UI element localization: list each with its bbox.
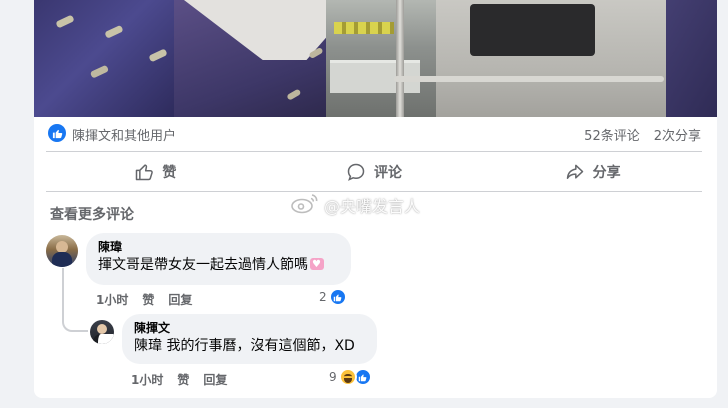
comment-time[interactable]: 1小时 [96, 291, 128, 308]
haha-reaction-icon [338, 368, 357, 386]
post-counts: 52条评论 2次分享 [584, 125, 701, 144]
avatar[interactable] [46, 235, 78, 267]
like-label: 赞 [162, 165, 177, 181]
comment-like-button[interactable]: 赞 [177, 371, 189, 388]
comment-reply-button[interactable]: 回复 [203, 371, 227, 388]
reply-thread-line [62, 268, 88, 332]
photo-seat-right [666, 0, 717, 117]
comment-time[interactable]: 1小时 [131, 371, 163, 388]
comment-bubble: 陳瑋 揮文哥是帶女友一起去過情人節嗎 [86, 233, 351, 285]
watermark-text: @央嘴发言人 [324, 197, 421, 216]
comment-label: 评论 [374, 165, 402, 181]
avatar[interactable] [90, 320, 114, 344]
share-count[interactable]: 2次分享 [654, 125, 701, 144]
comment-icon [346, 162, 366, 182]
comment-reactions[interactable]: 9 [329, 368, 372, 386]
comment-author[interactable]: 陳揮文 [134, 320, 365, 336]
photo-window [326, 0, 436, 117]
view-more-comments-link[interactable]: 查看更多评论 [50, 204, 134, 224]
comment-text: 陳瑋 我的行事曆，沒有這個節，XD [134, 338, 355, 354]
post-photo[interactable] [34, 0, 717, 117]
post-card: 陳揮文和其他用户 52条评论 2次分享 赞 评论 分享 查看更多评论 @央嘴发言… [34, 0, 717, 398]
post-actions: 赞 评论 分享 [46, 153, 702, 191]
like-badge-icon[interactable] [48, 124, 66, 142]
comment-count[interactable]: 52条评论 [584, 125, 640, 144]
like-reaction-icon [328, 288, 347, 306]
reply-bubble: 陳揮文 陳瑋 我的行事曆，沒有這個節，XD [122, 314, 377, 364]
comment-reply-button[interactable]: 回复 [168, 291, 192, 308]
reaction-count: 9 [329, 370, 337, 384]
share-label: 分享 [592, 165, 621, 181]
photo-rail [394, 76, 664, 82]
heart-emoji-icon [310, 255, 324, 275]
photo-seat-left [34, 0, 174, 117]
comment-reactions[interactable]: 2 [319, 288, 347, 306]
reaction-count: 2 [319, 290, 327, 304]
photo-pole [396, 0, 404, 117]
comment-author[interactable]: 陳瑋 [98, 239, 339, 255]
comment-like-button[interactable]: 赞 [142, 291, 154, 308]
thumbs-up-icon [134, 162, 154, 182]
divider [46, 151, 702, 152]
reactors-text[interactable]: 陳揮文和其他用户 [72, 125, 176, 144]
comment-meta: 1小时 赞 回复 [96, 291, 192, 308]
photo-vent [470, 4, 595, 56]
comment-text: 揮文哥是帶女友一起去過情人節嗎 [98, 255, 339, 275]
share-icon [565, 162, 585, 182]
watermark: @央嘴发言人 [290, 192, 420, 218]
weibo-icon [290, 192, 320, 218]
share-button[interactable]: 分享 [483, 153, 702, 191]
like-button[interactable]: 赞 [46, 153, 265, 191]
comment-meta: 1小时 赞 回复 [131, 371, 227, 388]
mention-link[interactable]: 陳瑋 [134, 338, 162, 354]
comment-button[interactable]: 评论 [265, 153, 484, 191]
